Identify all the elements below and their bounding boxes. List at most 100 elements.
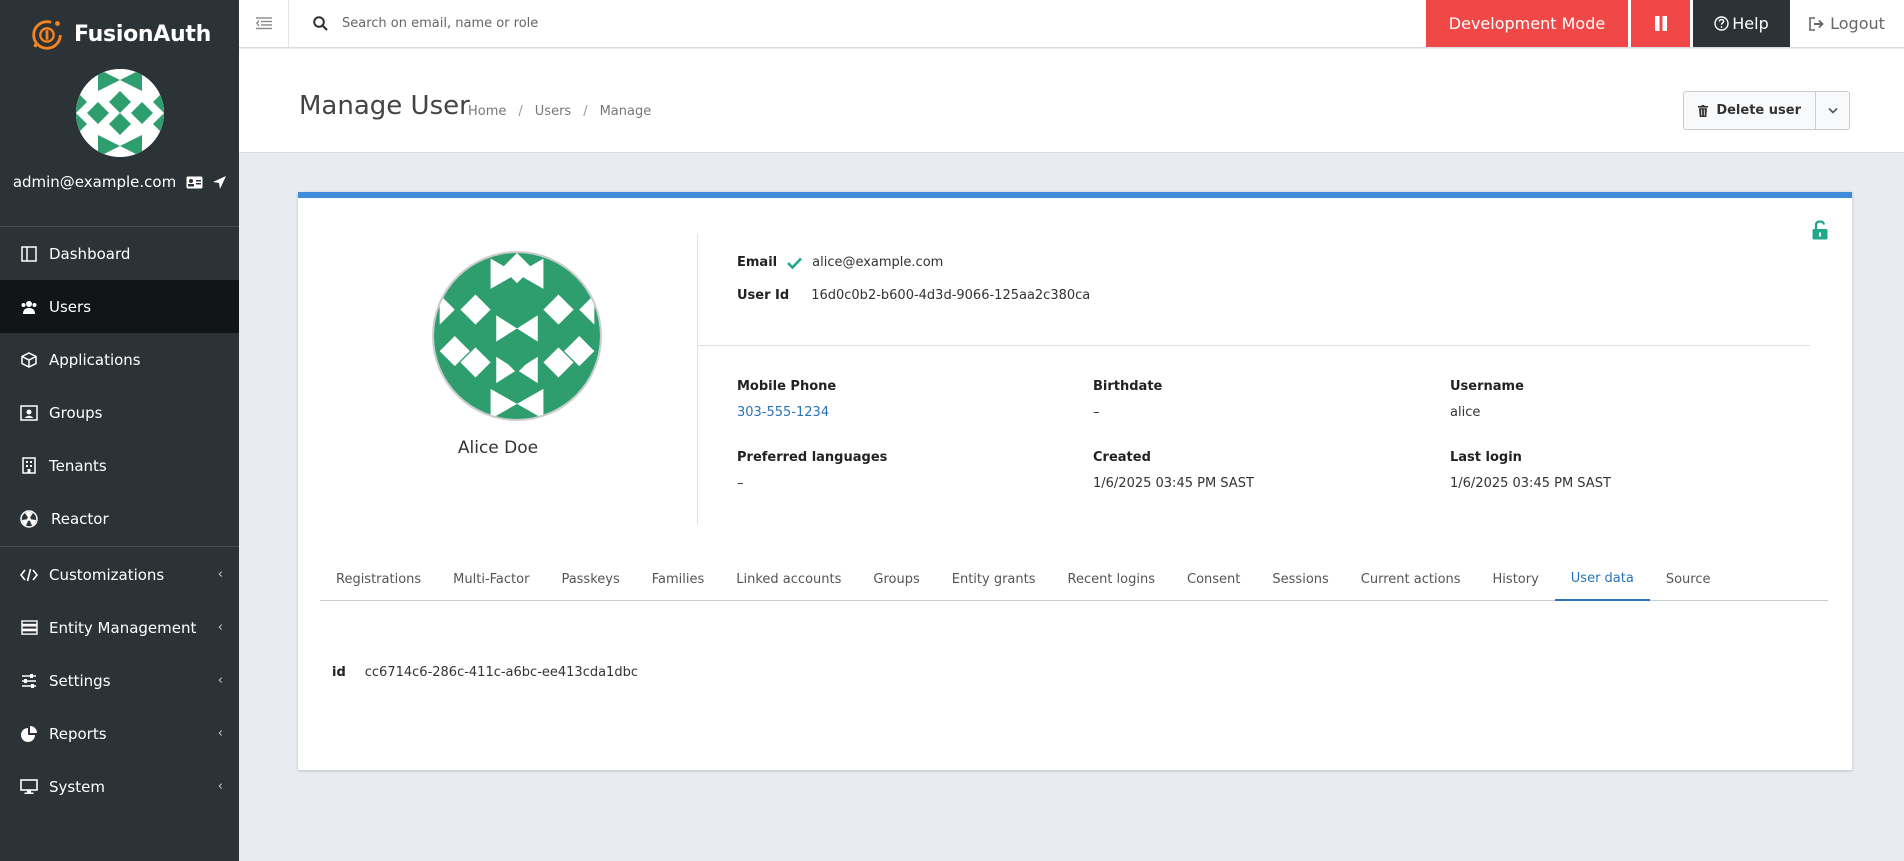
sidebar-item-entity-management[interactable]: Entity Management ‹ [0,601,239,654]
brand-name: FusionAuth [74,21,211,47]
breadcrumb-separator: / [518,104,523,119]
code-icon [19,565,39,585]
user-full-name: Alice Doe [457,438,539,458]
dashboard-icon [19,244,39,264]
breadcrumb-users[interactable]: Users [535,104,571,119]
pie-chart-icon [19,724,39,744]
tab-consent[interactable]: Consent [1171,557,1256,601]
user-tabs: Registrations Multi-Factor Passkeys Fami… [320,557,1828,601]
sign-out-icon [1809,16,1824,31]
userid-value[interactable]: 16d0c0b2-b600-4d3d-9066-125aa2c380ca [811,288,1090,303]
menu-toggle-button[interactable] [239,0,289,47]
logout-label: Logout [1830,14,1885,33]
sidebar-item-customizations[interactable]: Customizations ‹ [0,548,239,601]
sidebar-item-reactor[interactable]: Reactor [0,492,239,545]
sliders-icon [19,671,39,691]
check-icon [787,257,803,269]
help-label: Help [1732,14,1769,33]
sidebar-item-system[interactable]: System ‹ [0,760,239,813]
sidebar-nav: Dashboard Users Applications Groups Tena… [0,227,239,813]
birthdate-field: Birthdate – [1093,379,1163,420]
sidebar-item-settings[interactable]: Settings ‹ [0,654,239,707]
sidebar-item-dashboard[interactable]: Dashboard [0,227,239,280]
reactor-icon [19,509,39,529]
tab-recent-logins[interactable]: Recent logins [1052,557,1172,601]
development-mode-badge[interactable]: Development Mode [1426,0,1628,47]
pause-button[interactable] [1631,0,1690,47]
logout-button[interactable]: Logout [1790,0,1904,47]
tab-entity-grants[interactable]: Entity grants [936,557,1052,601]
delete-user-label: Delete user [1716,103,1801,118]
user-data-value: cc6714c6-286c-411c-a6bc-ee413cda1dbc [364,665,638,680]
groups-icon [19,403,39,423]
breadcrumb-manage: Manage [599,104,652,119]
server-icon [19,618,39,638]
search-input[interactable] [342,16,742,31]
mobile-phone-link[interactable]: 303-555-1234 [737,405,836,420]
email-value: alice@example.com [812,255,944,270]
sidebar-item-users[interactable]: Users [0,280,239,333]
last-login-field: Last login 1/6/2025 03:45 PM SAST [1450,450,1611,491]
user-data-row: id cc6714c6-286c-411c-a6bc-ee413cda1dbc [332,665,638,680]
tab-user-data[interactable]: User data [1554,557,1650,601]
help-button[interactable]: Help [1693,0,1790,47]
users-icon [19,297,39,317]
location-arrow-icon[interactable] [213,175,227,189]
created-field: Created 1/6/2025 03:45 PM SAST [1093,450,1254,491]
delete-dropdown-toggle[interactable] [1816,92,1849,129]
sidebar-avatar[interactable] [75,69,164,157]
question-circle-icon [1714,16,1729,31]
user-identity-panel: Email alice@example.com User Id 16d0c0b2… [698,234,1810,346]
menu-toggle-icon [255,17,272,30]
tab-current-actions[interactable]: Current actions [1345,557,1477,601]
search-bar [289,0,1426,47]
email-row: Email alice@example.com [737,255,943,270]
cube-icon [19,350,39,370]
tab-linked-accounts[interactable]: Linked accounts [720,557,857,601]
brand[interactable]: FusionAuth [0,0,239,68]
identicon-icon [75,69,164,157]
breadcrumb: Home / Users / Manage [468,104,651,119]
id-card-icon[interactable] [186,176,203,189]
building-icon [19,456,39,476]
desktop-icon [19,777,39,797]
email-label: Email [737,255,778,270]
tab-families[interactable]: Families [636,557,721,601]
search-icon [313,16,328,31]
sidebar-item-reports[interactable]: Reports ‹ [0,707,239,760]
unlock-icon[interactable] [1812,220,1828,240]
tab-passkeys[interactable]: Passkeys [545,557,635,601]
fusionauth-logo-icon [32,20,62,50]
sidebar-item-groups[interactable]: Groups [0,386,239,439]
chevron-down-icon [1827,107,1838,114]
tab-sessions[interactable]: Sessions [1256,557,1344,601]
sidebar-user-email: admin@example.com [12,173,177,191]
userid-label: User Id [737,288,790,303]
userid-row: User Id 16d0c0b2-b600-4d3d-9066-125aa2c3… [737,288,1090,303]
breadcrumb-separator: / [583,104,588,119]
tab-history[interactable]: History [1477,557,1555,601]
sidebar-item-tenants[interactable]: Tenants [0,439,239,492]
profile-avatar [432,251,602,421]
user-data-key: id [332,665,346,680]
sidebar-user: admin@example.com [0,173,239,191]
chevron-left-icon: ‹ [217,620,223,635]
profile-panel: Alice Doe [298,234,698,524]
tab-registrations[interactable]: Registrations [320,557,437,601]
trash-icon [1698,104,1709,117]
page-header: Manage User Home / Users / Manage Delete… [239,49,1904,153]
page-title: Manage User [299,91,470,121]
tab-source[interactable]: Source [1650,557,1727,601]
chevron-left-icon: ‹ [217,726,223,741]
tab-groups[interactable]: Groups [857,557,935,601]
sidebar: FusionAuth admin@example.com Dashboard U… [0,0,239,861]
chevron-left-icon: ‹ [217,779,223,794]
sidebar-item-applications[interactable]: Applications [0,333,239,386]
pause-icon [1654,16,1667,31]
delete-user-button[interactable]: Delete user [1684,92,1816,129]
username-field: Username alice [1450,379,1524,420]
mobile-phone-field: Mobile Phone 303-555-1234 [737,379,837,420]
topbar: Development Mode Help Logout [239,0,1904,48]
tab-multi-factor[interactable]: Multi-Factor [437,557,545,601]
breadcrumb-home[interactable]: Home [468,104,506,119]
